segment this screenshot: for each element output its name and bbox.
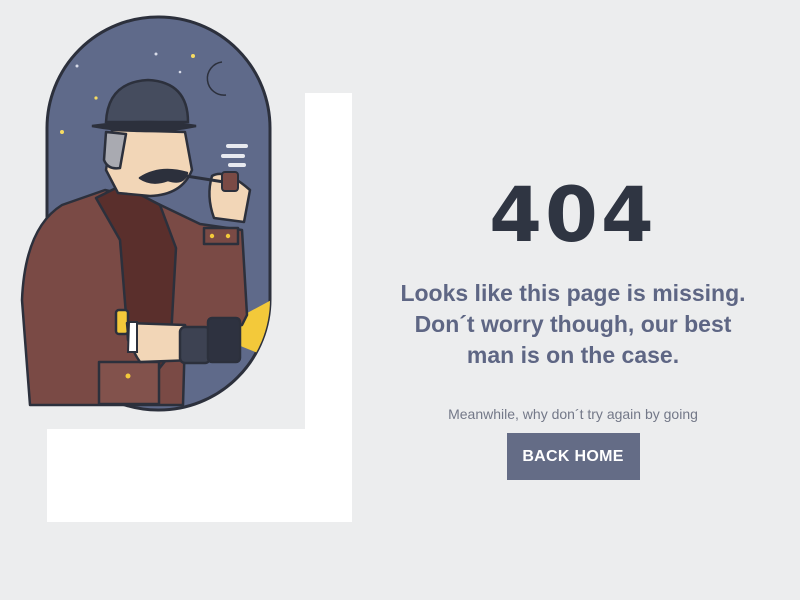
error-message: Looks like this page is missing. Don´t w…: [390, 278, 756, 371]
error-code: 404: [489, 170, 657, 259]
error-content: 404 Looks like this page is missing. Don…: [390, 170, 756, 480]
back-home-button[interactable]: BACK HOME: [506, 433, 640, 480]
error-message-line: Don´t worry though, our best: [414, 311, 732, 337]
white-panel-bottom: [47, 429, 352, 522]
suggestion-text: Meanwhile, why don´t try again by going: [448, 406, 698, 422]
error-message-line: man is on the case.: [466, 342, 680, 368]
error-message-line: Looks like this page is missing.: [400, 280, 746, 306]
detective-illustration: [20, 15, 272, 412]
